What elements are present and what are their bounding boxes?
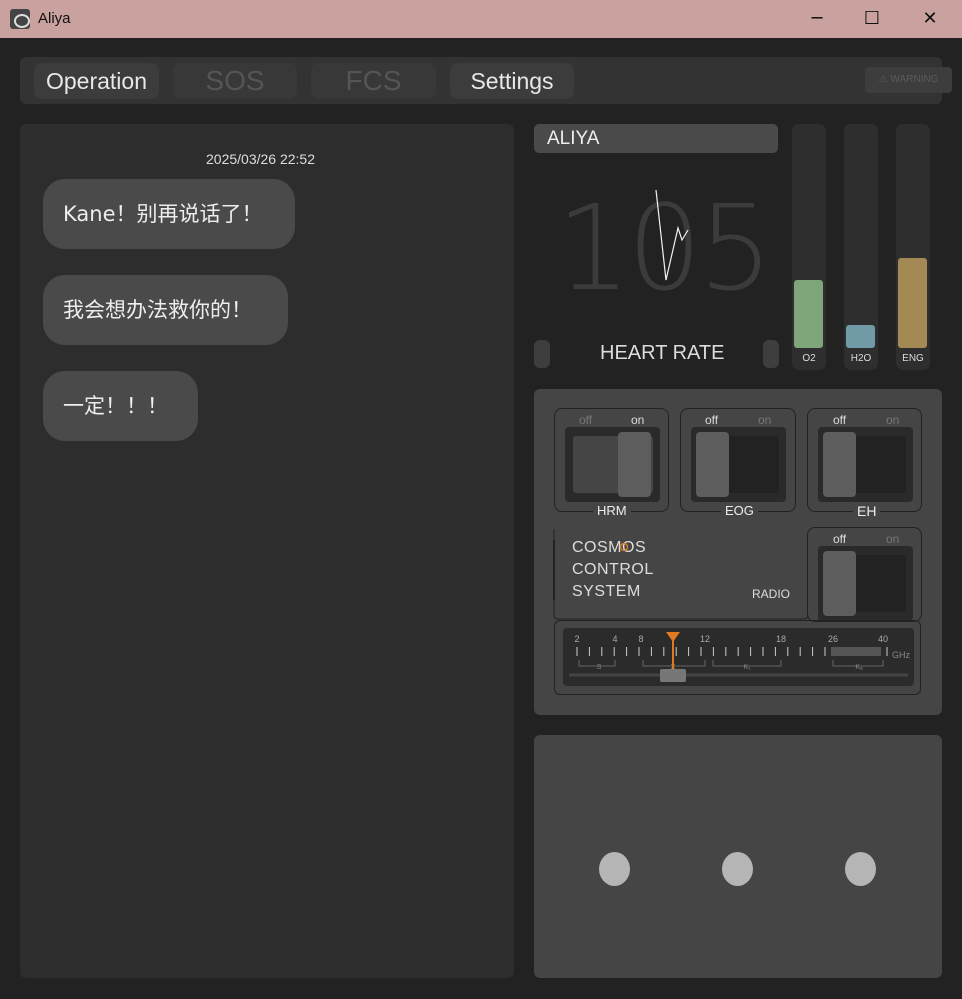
frequency-band-label: S	[597, 664, 602, 671]
frequency-unit: GHz	[892, 650, 911, 660]
heart-rate-label: HEART RATE	[600, 342, 725, 364]
maximize-button[interactable]: ☐	[849, 0, 895, 38]
switch-body	[818, 546, 913, 621]
switch-knob[interactable]	[823, 432, 856, 497]
chat-timestamp: 2025/03/26 22:52	[206, 151, 315, 167]
switch-on-label: on	[758, 413, 772, 427]
radio-frame	[553, 529, 809, 620]
frequency-band-label: Kₐ	[855, 664, 863, 671]
patient-name: ALIYA	[534, 124, 778, 153]
heart-rate-left-indicator	[534, 340, 550, 368]
chat-panel[interactable]: 2025/03/26 22:52 Kane！别再说话了！ 我会想办法救你的！ 一…	[20, 124, 514, 978]
switch-off-label: off	[833, 532, 847, 546]
tab-operation[interactable]: Operation	[34, 63, 159, 99]
tab-sos[interactable]: SOS	[173, 63, 297, 99]
gauge-fill	[898, 258, 927, 348]
heartbeat-wave-icon	[655, 190, 689, 281]
chat-message: 我会想办法救你的！	[43, 275, 288, 345]
frequency-tick-label: 40	[878, 634, 888, 644]
pad-dot-right[interactable]	[845, 852, 876, 886]
gauge-track	[792, 124, 826, 350]
switch-caption: EOG	[721, 503, 758, 518]
switch-caption: HRM	[593, 503, 631, 518]
radio-switch[interactable]: off on	[807, 527, 922, 622]
chat-message: 一定！！！	[43, 371, 198, 441]
switch-body	[818, 427, 913, 502]
frequency-slider-handle[interactable]	[660, 669, 686, 682]
switch-knob[interactable]	[618, 432, 651, 497]
frequency-band-label: K₁	[743, 664, 751, 671]
frequency-tick-label: 18	[776, 634, 786, 644]
switch-off-label: off	[705, 413, 719, 427]
frequency-tick-label: 26	[828, 634, 838, 644]
tab-settings[interactable]: Settings	[450, 63, 574, 99]
gauge-fill	[846, 325, 875, 348]
switch-knob[interactable]	[823, 551, 856, 616]
eog-switch[interactable]: off on EOG	[680, 408, 796, 518]
frequency-tick-label: 4	[612, 634, 617, 644]
heart-rate-right-indicator	[763, 340, 779, 368]
vitals-panel: ALIYA 105 HEART RATE O2 H2O ENG	[534, 124, 942, 374]
touch-pad[interactable]	[534, 735, 942, 978]
switch-on-label: on	[886, 413, 900, 427]
switch-off-label: off	[833, 413, 847, 427]
pad-dot-center[interactable]	[722, 852, 753, 886]
gauge-label: H2O	[850, 353, 872, 364]
title-bar[interactable]: Aliya ─ ☐ ✕	[0, 0, 962, 38]
close-button[interactable]: ✕	[907, 0, 953, 38]
pad-dot-left[interactable]	[599, 852, 630, 886]
app-logo-icon	[10, 9, 30, 29]
switch-body	[565, 427, 660, 502]
gauge-track	[896, 124, 930, 350]
frequency-scale: 24812182640GHzSXK₁Kₐ	[569, 632, 911, 682]
frequency-band-highlight	[831, 647, 881, 656]
gauge-label: O2	[802, 353, 816, 364]
app-window: Aliya ─ ☐ ✕ Operation SOS FCS Settings ⚠…	[0, 0, 962, 999]
hrm-switch[interactable]: off on HRM	[554, 408, 669, 518]
chat-message: Kane！别再说话了！	[43, 179, 295, 249]
switch-on-label: on	[886, 532, 900, 546]
minimize-button[interactable]: ─	[794, 0, 840, 38]
frequency-tick-label: 8	[638, 634, 643, 644]
switch-on-label: on	[631, 413, 645, 427]
gauge-fill	[794, 280, 823, 348]
tab-bar: Operation SOS FCS Settings ⚠ WARNING	[20, 57, 952, 104]
warning-indicator: ⚠ WARNING	[865, 67, 952, 93]
window-title: Aliya	[38, 10, 71, 27]
switch-knob[interactable]	[696, 432, 729, 497]
tab-fcs[interactable]: FCS	[311, 63, 436, 99]
eng-gauge: ENG	[896, 124, 930, 370]
switch-off-label: off	[579, 413, 593, 427]
frequency-tuner[interactable]: 24812182640GHzSXK₁Kₐ	[554, 620, 921, 695]
frequency-tick-label: 2	[574, 634, 579, 644]
eh-switch[interactable]: off on EH	[807, 408, 922, 519]
frequency-tick-label: 12	[700, 634, 710, 644]
switch-caption: EH	[853, 503, 881, 519]
control-panel: off on HRM off on EOG off on EH COSMOS C…	[534, 389, 942, 715]
h2o-gauge: H2O	[844, 124, 878, 370]
o2-gauge: O2	[792, 124, 826, 370]
gauge-track	[844, 124, 878, 350]
frequency-dial[interactable]: 24812182640GHzSXK₁Kₐ	[563, 628, 914, 686]
gauge-label: ENG	[902, 353, 924, 364]
switch-body	[691, 427, 786, 502]
